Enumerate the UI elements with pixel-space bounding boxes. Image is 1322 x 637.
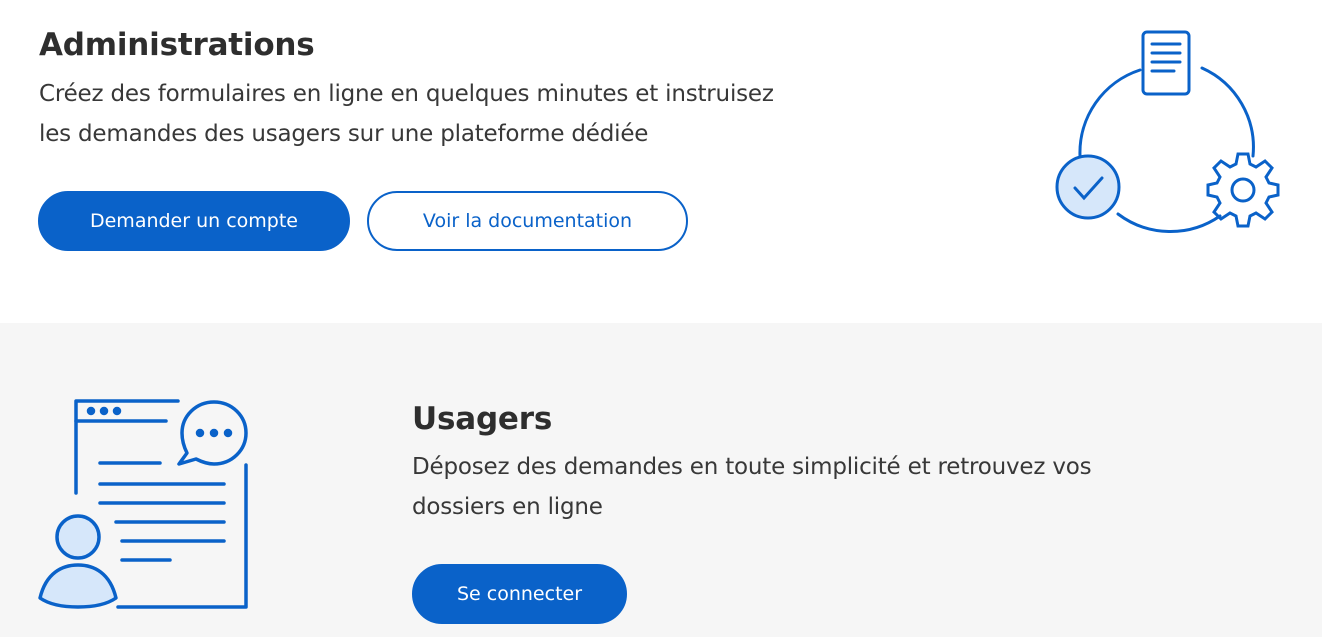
view-documentation-button[interactable]: Voir la documentation — [367, 191, 688, 251]
cycle-icon — [1078, 68, 1142, 158]
cycle-icon — [1200, 66, 1255, 158]
usagers-title: Usagers — [412, 401, 553, 437]
administrations-section: Administrations Créez des formulaires en… — [0, 0, 1322, 323]
administrations-title: Administrations — [39, 27, 315, 63]
usagers-illustration — [38, 399, 248, 609]
administrations-description-line: Créez des formulaires en ligne en quelqu… — [39, 81, 774, 107]
check-circle-icon — [1055, 154, 1121, 220]
chat-bubble-icon — [177, 400, 248, 466]
user-icon — [38, 514, 118, 609]
usagers-description-line: Déposez des demandes en toute simplicité… — [412, 454, 1092, 480]
usagers-description-line: dossiers en ligne — [412, 494, 603, 520]
request-account-button[interactable]: Demander un compte — [38, 191, 350, 251]
usagers-description: Déposez des demandes en toute simplicité… — [412, 447, 1092, 527]
administrations-description-line: les demandes des usagers sur une platefo… — [39, 121, 649, 147]
administrations-illustration — [1055, 30, 1280, 234]
cycle-icon — [1116, 212, 1222, 234]
administrations-description: Créez des formulaires en ligne en quelqu… — [39, 74, 774, 154]
usagers-section: Usagers Déposez des demandes en toute si… — [0, 323, 1322, 637]
login-button[interactable]: Se connecter — [412, 564, 627, 624]
document-icon — [1141, 30, 1191, 96]
gear-icon — [1206, 152, 1280, 228]
